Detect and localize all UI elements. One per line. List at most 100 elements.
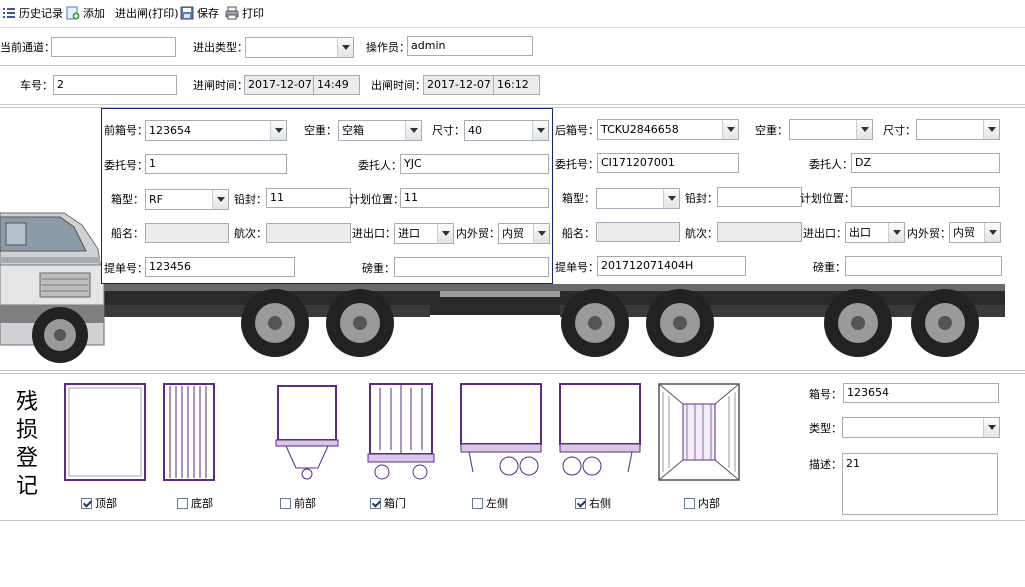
front-box-no-select[interactable]: 123654 [145, 120, 287, 141]
container-top-diagram[interactable] [63, 382, 147, 482]
rear-voyage-label: 航次： [685, 227, 718, 240]
save-button[interactable]: 保存 [180, 6, 219, 22]
rear-client-input[interactable]: DZ [851, 153, 1000, 173]
front-ship-input[interactable] [145, 223, 229, 243]
damage-part-checkbox-door[interactable] [370, 498, 381, 509]
rear-ship-input[interactable] [596, 222, 680, 242]
operator-input[interactable]: admin [407, 36, 533, 56]
front-io-port-label: 进出口： [352, 227, 396, 240]
damage-title-char: 残 [16, 390, 39, 415]
gate-print-button[interactable]: 进出闸(打印) [115, 6, 179, 22]
front-seal-input[interactable]: 11 [266, 188, 351, 208]
entry-date-field[interactable]: 2017-12-07 [244, 75, 314, 95]
entry-time-field[interactable]: 14:49 [313, 75, 360, 95]
rear-plan-input[interactable] [851, 187, 1000, 207]
damage-box-no-input[interactable]: 123654 [843, 383, 999, 403]
front-type-label: 箱型： [111, 193, 144, 206]
rear-seal-input[interactable] [717, 187, 802, 207]
rear-type-label: 箱型： [562, 192, 595, 205]
damage-part-checkbox-top[interactable] [81, 498, 92, 509]
front-plan-input[interactable]: 11 [400, 188, 549, 208]
front-bill-input[interactable]: 123456 [145, 257, 295, 277]
container-left-side-diagram[interactable] [459, 382, 543, 482]
add-button[interactable]: 添加 [66, 6, 105, 22]
divider [0, 65, 1025, 66]
channel-input[interactable] [51, 37, 176, 57]
front-client-input[interactable]: YJC [400, 154, 549, 174]
rear-box-no-select[interactable]: TCKU2846658 [597, 119, 739, 140]
damage-part-label: 顶部 [95, 497, 117, 510]
save-label: 保存 [197, 7, 219, 20]
container-right-side-diagram[interactable] [558, 382, 642, 482]
rear-consignee-label: 委托号： [555, 158, 599, 171]
toolbar: 历史记录 添加 进出闸(打印) 保存 打印 [0, 0, 1025, 28]
rear-voyage-input[interactable] [717, 222, 802, 242]
container-door-diagram[interactable] [364, 382, 438, 482]
rear-box-no-value: TCKU2846658 [601, 123, 679, 136]
damage-title-char: 记 [16, 474, 39, 499]
rear-empty-label: 空重： [755, 124, 788, 137]
rear-seal-label: 铅封： [685, 192, 718, 205]
damage-part-label: 右侧 [589, 497, 611, 510]
damage-part-checkbox-interior[interactable] [684, 498, 695, 509]
operator-label: 操作员： [366, 41, 410, 54]
front-trade-select[interactable]: 内贸 [498, 223, 550, 244]
chevron-down-icon [532, 121, 548, 140]
front-size-select[interactable]: 40 [464, 120, 549, 141]
chevron-down-icon [212, 190, 228, 209]
damage-part-checkbox-right[interactable] [575, 498, 586, 509]
wheel [646, 289, 714, 357]
history-label: 历史记录 [19, 7, 63, 20]
container-interior-diagram[interactable] [657, 382, 741, 482]
rear-empty-select[interactable] [789, 119, 873, 140]
rear-bill-input[interactable]: 201712071404H [597, 256, 746, 276]
front-consignee-input[interactable]: 1 [145, 154, 287, 174]
chevron-down-icon [984, 223, 1000, 242]
front-voyage-input[interactable] [266, 223, 351, 243]
front-empty-select[interactable]: 空箱 [338, 120, 422, 141]
front-bill-label: 提单号： [104, 262, 148, 275]
front-trade-label: 内外贸： [456, 227, 500, 240]
damage-desc-textarea[interactable]: 21 [842, 453, 998, 515]
damage-type-select[interactable] [842, 417, 1000, 438]
front-ship-label: 船名： [111, 227, 144, 240]
add-document-icon [66, 6, 80, 20]
gate-print-label: 进出闸(打印) [115, 7, 179, 20]
front-weight-input[interactable] [394, 257, 549, 277]
exit-date-field[interactable]: 2017-12-07 [423, 75, 494, 95]
damage-part-checkbox-left[interactable] [472, 498, 483, 509]
rear-io-port-select[interactable]: 出口 [845, 222, 905, 243]
exit-time-field[interactable]: 16:12 [493, 75, 540, 95]
rear-type-select[interactable] [596, 188, 680, 209]
entry-time-label: 进闸时间： [193, 79, 248, 92]
chevron-down-icon [888, 223, 904, 242]
add-label: 添加 [83, 7, 105, 20]
rear-weight-input[interactable] [845, 256, 1002, 276]
damage-desc-label: 描述： [809, 458, 842, 471]
chevron-down-icon [270, 121, 286, 140]
damage-part-checkbox-front[interactable] [280, 498, 291, 509]
rear-consignee-input[interactable]: CI171207001 [597, 153, 739, 173]
list-icon [3, 8, 15, 18]
wheel [561, 289, 629, 357]
rear-ship-label: 船名： [562, 227, 595, 240]
front-type-select[interactable]: RF [145, 189, 229, 210]
container-front-diagram[interactable] [272, 382, 342, 482]
rear-size-select[interactable] [916, 119, 1000, 140]
damage-title-char: 损 [16, 418, 39, 443]
damage-part-label: 左侧 [486, 497, 508, 510]
damage-part-checkbox-bottom[interactable] [177, 498, 188, 509]
rear-client-label: 委托人： [809, 158, 853, 171]
container-bottom-diagram[interactable] [162, 382, 216, 482]
damage-title-char: 登 [16, 446, 39, 471]
print-button[interactable]: 打印 [225, 6, 264, 22]
rear-trade-select[interactable]: 内贸 [949, 222, 1001, 243]
divider [0, 373, 1025, 374]
truck-no-input[interactable]: 2 [53, 75, 177, 95]
front-weight-label: 磅重： [362, 262, 395, 275]
front-io-port-select[interactable]: 进口 [394, 223, 454, 244]
history-button[interactable]: 历史记录 [2, 6, 63, 22]
front-box-no-label: 前箱号： [104, 124, 148, 137]
damage-part-label: 前部 [294, 497, 316, 510]
io-type-select[interactable] [245, 37, 354, 58]
